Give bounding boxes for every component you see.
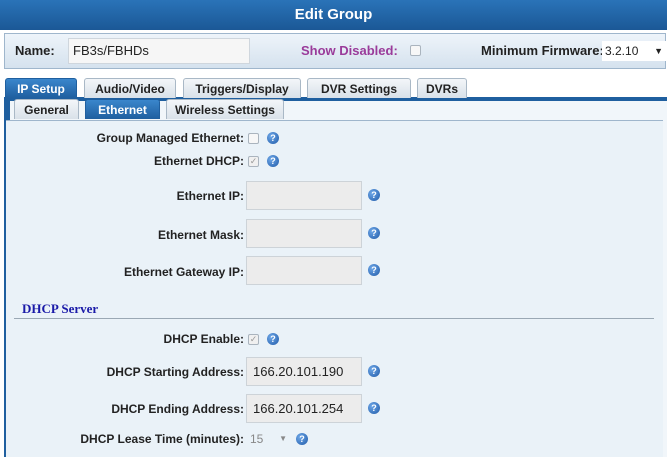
ethernet-mask-label: Ethernet Mask: bbox=[157, 228, 244, 242]
ethernet-dhcp-checkbox[interactable]: ✓ bbox=[248, 156, 259, 167]
dhcp-start-field[interactable]: 166.20.101.190 bbox=[246, 357, 362, 386]
group-managed-ethernet-checkbox[interactable] bbox=[248, 133, 259, 144]
ethernet-gateway-label: Ethernet Gateway IP: bbox=[123, 265, 244, 279]
dhcp-lease-select[interactable]: 15 ▼ bbox=[248, 430, 293, 448]
section-divider bbox=[14, 318, 654, 319]
show-disabled-checkbox[interactable] bbox=[410, 45, 421, 56]
ethernet-mask-field[interactable] bbox=[246, 219, 362, 248]
help-icon[interactable]: ? bbox=[368, 365, 380, 377]
ethernet-ip-field[interactable] bbox=[246, 181, 362, 210]
dhcp-lease-value: 15 bbox=[250, 432, 264, 446]
window-title: Edit Group bbox=[0, 0, 667, 30]
dhcp-enable-label: DHCP Enable: bbox=[163, 332, 244, 346]
help-icon[interactable]: ? bbox=[368, 189, 380, 201]
subtab-ethernet[interactable]: Ethernet bbox=[85, 99, 160, 119]
dhcp-end-field[interactable]: 166.20.101.254 bbox=[246, 394, 362, 423]
chevron-down-icon: ▼ bbox=[654, 46, 663, 56]
help-icon[interactable]: ? bbox=[368, 402, 380, 414]
dhcp-lease-label: DHCP Lease Time (minutes): bbox=[80, 432, 244, 446]
dhcp-enable-checkbox[interactable]: ✓ bbox=[248, 334, 259, 345]
name-input[interactable]: FB3s/FBHDs bbox=[68, 38, 250, 64]
help-icon[interactable]: ? bbox=[267, 155, 279, 167]
min-firmware-value: 3.2.10 bbox=[605, 44, 639, 58]
subtab-wireless-settings[interactable]: Wireless Settings bbox=[166, 99, 284, 119]
help-icon[interactable]: ? bbox=[368, 227, 380, 239]
name-label: Name: bbox=[15, 43, 55, 58]
tab-triggers-display[interactable]: Triggers/Display bbox=[183, 78, 301, 98]
group-header: Name: FB3s/FBHDs Show Disabled: Minimum … bbox=[4, 33, 666, 69]
ethernet-ip-label: Ethernet IP: bbox=[176, 189, 244, 203]
min-firmware-select[interactable]: 3.2.10 ▼ bbox=[602, 41, 666, 61]
show-disabled-label: Show Disabled: bbox=[301, 43, 398, 58]
tab-ip-setup[interactable]: IP Setup bbox=[5, 78, 77, 98]
ethernet-gateway-field[interactable] bbox=[246, 256, 362, 285]
tab-dvr-settings[interactable]: DVR Settings bbox=[307, 78, 411, 98]
help-icon[interactable]: ? bbox=[267, 333, 279, 345]
tab-audio-video[interactable]: Audio/Video bbox=[84, 78, 176, 98]
dhcp-end-label: DHCP Ending Address: bbox=[111, 402, 244, 416]
help-icon[interactable]: ? bbox=[267, 132, 279, 144]
ethernet-dhcp-label: Ethernet DHCP: bbox=[153, 154, 244, 168]
tab-dvrs[interactable]: DVRs bbox=[417, 78, 467, 98]
help-icon[interactable]: ? bbox=[296, 433, 308, 445]
dhcp-start-label: DHCP Starting Address: bbox=[106, 365, 244, 379]
subtab-general[interactable]: General bbox=[14, 99, 79, 119]
chevron-down-icon: ▼ bbox=[279, 434, 287, 443]
help-icon[interactable]: ? bbox=[368, 264, 380, 276]
dhcp-server-section-title: DHCP Server bbox=[22, 301, 99, 316]
group-managed-ethernet-label: Group Managed Ethernet: bbox=[96, 131, 244, 145]
min-firmware-label: Minimum Firmware: bbox=[481, 43, 604, 58]
